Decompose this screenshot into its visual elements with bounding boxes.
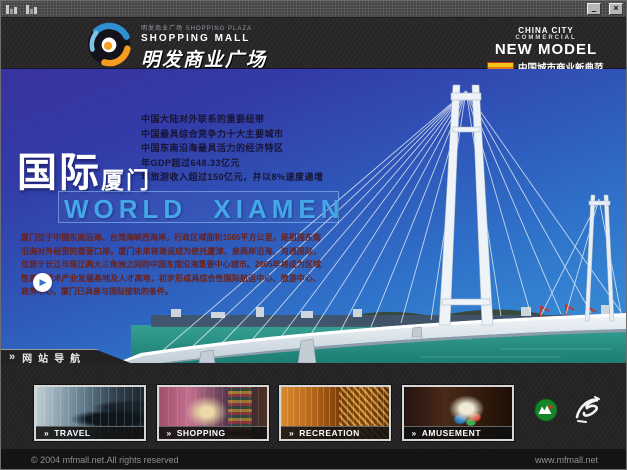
fact-line: 年旅游收入超过150亿元，并以8%速度递增: [141, 170, 324, 185]
site-url: www.mfmall.net: [535, 455, 598, 465]
nav-card-travel[interactable]: » TRAVEL: [34, 385, 146, 441]
copyright-text: © 2004 mfmall.net.All rights reserved: [31, 455, 179, 465]
hero-description: 厦门位于中国东南沿海、台湾海峡西海岸，行政区域面积1565平方公里，是祖国东南沿…: [21, 231, 321, 299]
app-icon: [6, 4, 18, 14]
card-label-text: SHOPPING: [177, 428, 226, 438]
card-label-text: TRAVEL: [54, 428, 90, 438]
card-label-text: AMUSEMENT: [422, 428, 481, 438]
logo-tagline: 明发商业广场 SHOPPING PLAZA: [141, 23, 267, 32]
card-label: » AMUSEMENT: [404, 426, 512, 439]
app-icon-2: [26, 4, 38, 14]
hero-title-cn: 国际 厦门: [17, 153, 151, 193]
title-bar: – ×: [1, 1, 627, 18]
title-xiamen-cn: 厦门: [101, 167, 151, 193]
card-label: » SHOPPING: [159, 426, 267, 439]
nav-card-recreation[interactable]: » RECREATION: [279, 385, 391, 441]
nav-card-amusement[interactable]: » AMUSEMENT: [402, 385, 514, 441]
card-label: » TRAVEL: [36, 426, 144, 439]
badge-line3: NEW MODEL: [487, 41, 605, 58]
fact-line: 中国东南沿海最具活力的经济特区: [141, 141, 324, 156]
fact-line: 中国大陆对外联系的重要纽带: [141, 112, 324, 127]
play-button[interactable]: ▶: [33, 273, 52, 292]
logo-shopping-mall: SHOPPING MALL: [141, 33, 267, 44]
app-window: – × 明发商业广场 SHOPPING PLAZA SHOPPING MALL …: [0, 0, 627, 470]
double-arrow-icon: »: [412, 428, 417, 438]
fact-line: 中国最具综合竞争力十大主要城市: [141, 127, 324, 142]
fact-line: 年GDP超过648.33亿元: [141, 156, 324, 171]
logo-name-cn: 明发商业广场: [141, 45, 267, 72]
dragon-calligraphy-icon[interactable]: [571, 393, 605, 425]
header: 明发商业广场 SHOPPING PLAZA SHOPPING MALL 明发商业…: [1, 19, 627, 69]
double-arrow-icon: »: [167, 428, 172, 438]
double-arrow-icon: »: [9, 351, 15, 363]
double-arrow-icon: »: [289, 428, 294, 438]
nav-tab-highlight: [1, 349, 98, 350]
close-button[interactable]: ×: [609, 3, 623, 15]
nav-card-shopping[interactable]: » SHOPPING: [157, 385, 269, 441]
china-city-badge: CHINA CITY COMMERCIAL NEW MODEL 中国城市商业新典…: [487, 26, 605, 74]
card-label-text: RECREATION: [299, 428, 360, 438]
badge-line1: CHINA CITY: [487, 26, 605, 35]
title-world-xiamen: WORLD XIAMEN: [64, 194, 345, 225]
logo-text-block: 明发商业广场 SHOPPING PLAZA SHOPPING MALL 明发商业…: [141, 23, 267, 72]
bottom-nav-section: » TRAVEL » SHOPPING » RECREATION » AMUSE…: [1, 363, 627, 449]
city-fact-list: 中国大陆对外联系的重要纽带 中国最具综合竞争力十大主要城市 中国东南沿海最具活力…: [141, 112, 324, 185]
double-arrow-icon: »: [44, 428, 49, 438]
minimize-button[interactable]: –: [587, 3, 601, 15]
title-guoji: 国际: [17, 153, 101, 193]
card-label: » RECREATION: [281, 426, 389, 439]
mountain-badge-icon[interactable]: [534, 398, 558, 422]
footer: © 2004 mfmall.net.All rights reserved ww…: [1, 449, 627, 470]
mingfa-swirl-logo-icon: [86, 21, 132, 67]
play-icon: ▶: [40, 278, 47, 287]
hero-banner: 中国大陆对外联系的重要纽带 中国最具综合竞争力十大主要城市 中国东南沿海最具活力…: [1, 69, 627, 363]
